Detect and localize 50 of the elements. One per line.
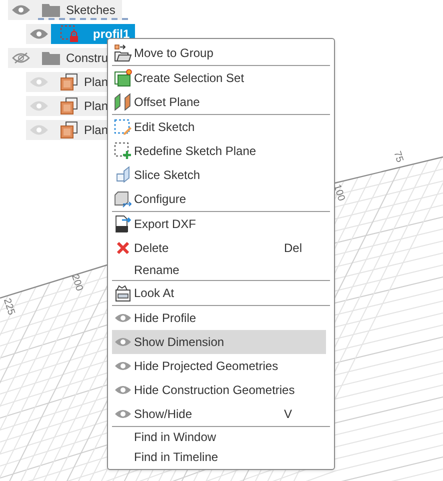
export-file-icon bbox=[114, 215, 132, 233]
node-label: Constru bbox=[66, 50, 108, 67]
slice-icon bbox=[114, 166, 132, 184]
folder-arrow-icon bbox=[114, 44, 132, 62]
menu-item[interactable]: Configure bbox=[112, 187, 326, 211]
folder-icon bbox=[42, 51, 60, 65]
eye-icon bbox=[114, 408, 132, 420]
eye-icon bbox=[114, 360, 132, 372]
eye-icon[interactable] bbox=[30, 28, 48, 40]
configure-icon bbox=[114, 190, 132, 208]
grid-label: 75 bbox=[391, 150, 404, 164]
offset-plane-icon bbox=[114, 93, 132, 111]
eye-icon bbox=[114, 384, 132, 396]
folder-icon bbox=[42, 3, 60, 17]
plane-icon bbox=[60, 97, 78, 115]
eye-icon bbox=[114, 312, 132, 324]
node-label: Plan bbox=[84, 122, 108, 139]
grid-label: 225 bbox=[1, 298, 16, 316]
menu-item[interactable]: Export DXF bbox=[112, 212, 326, 236]
plane-icon bbox=[60, 73, 78, 91]
shortcut-text: V bbox=[284, 406, 294, 423]
edit-sketch-icon bbox=[114, 118, 132, 136]
node-label: profil1 bbox=[92, 26, 130, 43]
menu-item[interactable]: Delete Del bbox=[112, 236, 326, 260]
selection-set-icon bbox=[114, 69, 132, 87]
menu-item[interactable]: Show Dimension bbox=[112, 330, 326, 354]
menu-item[interactable]: Hide Construction Geometries bbox=[112, 378, 326, 402]
node-label: Sketches bbox=[66, 2, 116, 19]
node-label: Plan bbox=[84, 74, 108, 91]
menu-item[interactable]: Hide Projected Geometries bbox=[112, 354, 326, 378]
menu-item[interactable]: Rename bbox=[112, 260, 326, 280]
grid-label: 100 bbox=[331, 184, 346, 202]
shortcut-text: Del bbox=[284, 240, 304, 257]
menu-item[interactable]: Show/Hide V bbox=[112, 402, 326, 426]
menu-item[interactable]: Slice Sketch bbox=[112, 163, 326, 187]
menu-item[interactable]: Hide Profile bbox=[112, 306, 326, 330]
menu-item[interactable]: Redefine Sketch Plane bbox=[112, 139, 326, 163]
menu-item[interactable]: Look At bbox=[112, 281, 326, 305]
grid-label: 200 bbox=[69, 274, 84, 292]
crossed-eye-icon[interactable] bbox=[12, 52, 30, 64]
delete-icon bbox=[116, 241, 130, 255]
eye-icon bbox=[114, 336, 132, 348]
eye-icon[interactable] bbox=[12, 4, 30, 16]
look-at-icon bbox=[114, 284, 132, 302]
sketch-lock-icon bbox=[60, 25, 79, 43]
plane-icon bbox=[60, 121, 78, 139]
redefine-plane-icon bbox=[114, 142, 132, 160]
menu-item[interactable]: Find in Timeline bbox=[112, 447, 326, 467]
menu-item[interactable]: Find in Window bbox=[112, 427, 326, 447]
node-label: Plan bbox=[84, 98, 108, 115]
